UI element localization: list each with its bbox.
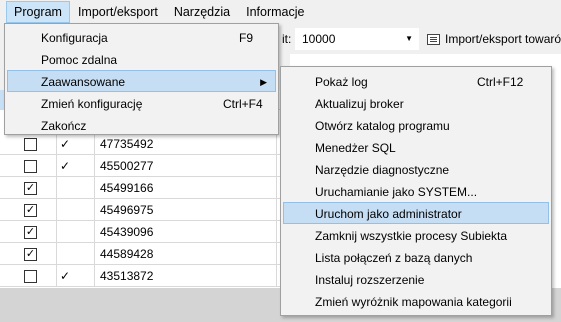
menu-item-shortcut: Ctrl+F4 [223,97,263,111]
table-row[interactable]: ✓ 45499166 [0,177,290,199]
row-checkbox[interactable]: ✓ [24,204,37,217]
row-number: 45500277 [100,159,154,173]
column-divider [94,133,95,155]
row-checkbox[interactable]: ✓ [24,182,37,195]
row-number: 45439096 [100,225,154,239]
advanced-submenu: Pokaż log Ctrl+F12 Aktualizuj broker Otwórz… [280,66,552,316]
table-row[interactable]: ✓ 43513872 [0,265,290,287]
row-checkbox[interactable] [24,160,37,173]
limit-select[interactable]: 10000 ▼ [295,28,419,50]
menu-item-shortcut: Ctrl+F12 [477,75,524,89]
row-checkbox[interactable]: ✓ [24,226,37,239]
import-export-products-button[interactable]: Import/eksport towarów [427,29,561,49]
table-row[interactable]: ✓ 45500277 [0,155,290,177]
menu-item-label: Otwórz katalog programu [315,119,450,133]
row-number: 43513872 [100,269,154,283]
chevron-down-icon: ▼ [405,34,413,43]
program-menu-item[interactable]: Pomoc zdalna [7,48,276,70]
menu-item-label: Uruchamianie jako SYSTEM... [315,185,478,199]
row-number: 44589428 [100,247,154,261]
column-divider [94,155,95,177]
menu-item-label: Pomoc zdalna [41,53,118,67]
menu-item-label: Instaluj rozszerzenie [315,273,425,287]
advanced-menu-item[interactable]: Otwórz katalog programu [283,114,549,136]
column-divider [94,199,95,221]
menu-item-label: Zmień wyróżnik mapowania kategorii [315,295,512,309]
column-divider [276,133,277,155]
menubar: Program Import/eksport Narzędzia Informa… [0,0,561,24]
menu-informacje[interactable]: Informacje [238,1,312,23]
advanced-menu-item[interactable]: Aktualizuj broker [283,92,549,114]
column-divider [276,155,277,177]
menu-item-label: Zamknij wszystkie procesy Subiekta [315,229,508,243]
advanced-menu-item[interactable]: Menedżer SQL [283,136,549,158]
column-divider [276,265,277,287]
row-status-check-icon: ✓ [60,137,71,151]
menu-item-label: Konfiguracja [41,31,108,45]
menu-item-shortcut: F9 [239,31,254,45]
submenu-arrow-icon: ▶ [260,77,267,87]
column-divider [94,177,95,199]
menu-narzedzia[interactable]: Narzędzia [166,1,238,23]
menu-item-label: Aktualizuj broker [315,97,404,111]
menu-item-label: Uruchom jako administrator [315,207,462,221]
menu-program[interactable]: Program [6,1,70,23]
menu-item-label: Zmień konfigurację [41,97,143,111]
column-divider [56,265,57,287]
menu-item-label: Narzędzie diagnostyczne [315,163,450,177]
column-divider [56,177,57,199]
column-divider [56,199,57,221]
menu-item-label: Pokaż log [315,75,368,89]
row-number: 45499166 [100,181,154,195]
advanced-menu-item[interactable]: Pokaż log Ctrl+F12 [283,70,549,92]
row-status-check-icon: ✓ [60,269,71,283]
menu-import-eksport[interactable]: Import/eksport [70,1,166,23]
advanced-menu-item[interactable]: Zmień wyróżnik mapowania kategorii [283,290,549,312]
program-menu-item[interactable]: Konfiguracja F9 [7,26,276,48]
row-checkbox[interactable]: ✓ [24,248,37,261]
menu-item-label: Zaawansowane [41,75,126,89]
advanced-menu-item[interactable]: Uruchom jako administrator [283,202,549,224]
column-divider [56,221,57,243]
menu-item-label: Lista połączeń z bazą danych [315,251,473,265]
row-number: 47735492 [100,137,154,151]
column-divider [276,199,277,221]
column-divider [56,155,57,177]
column-divider [56,243,57,265]
program-menu-item[interactable]: Zakończ [7,114,276,136]
table-row[interactable]: ✓ 45496975 [0,199,290,221]
limit-value: 10000 [302,32,336,46]
menu-item-label: Menedżer SQL [315,141,396,155]
table-row[interactable]: ✓ 45439096 [0,221,290,243]
column-divider [94,265,95,287]
table-row[interactable]: ✓ 44589428 [0,243,290,265]
advanced-menu-item[interactable]: Instaluj rozszerzenie [283,268,549,290]
import-export-products-label: Import/eksport towarów [445,32,561,46]
advanced-menu-item[interactable]: Lista połączeń z bazą danych [283,246,549,268]
row-status-check-icon: ✓ [60,159,71,173]
row-checkbox[interactable] [24,270,37,283]
row-number: 45496975 [100,203,154,217]
column-divider [94,221,95,243]
advanced-menu-item[interactable]: Narzędzie diagnostyczne [283,158,549,180]
column-divider [94,243,95,265]
row-checkbox[interactable] [24,138,37,151]
menu-item-label: Zakończ [41,119,87,133]
advanced-menu-item[interactable]: Uruchamianie jako SYSTEM... [283,180,549,202]
limit-label: it: [282,32,292,46]
list-icon [427,33,440,45]
column-divider [276,243,277,265]
program-menu: Konfiguracja F9 Pomoc zdalna Zaawansowane ▶ Z… [4,23,279,135]
program-menu-item[interactable]: Zmień konfigurację Ctrl+F4 [7,92,276,114]
column-divider [276,221,277,243]
advanced-menu-item[interactable]: Zamknij wszystkie procesy Subiekta [283,224,549,246]
program-menu-item[interactable]: Zaawansowane ▶ [7,70,276,92]
column-divider [276,177,277,199]
